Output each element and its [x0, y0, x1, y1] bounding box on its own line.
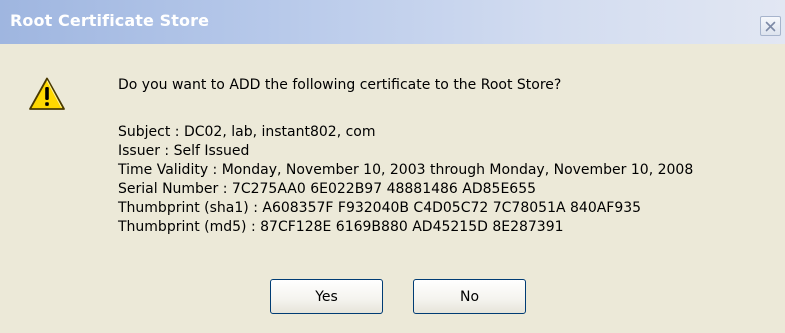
- detail-serial-number: Serial Number : 7C275AA0 6E022B97 488814…: [118, 181, 537, 197]
- confirmation-question: Do you want to ADD the following certifi…: [118, 77, 562, 93]
- yes-button[interactable]: Yes: [270, 279, 383, 314]
- close-button[interactable]: [760, 16, 781, 36]
- dialog-window: Root Certificate Store Do you want to AD…: [0, 0, 785, 333]
- detail-issuer: Issuer : Self Issued: [118, 143, 250, 159]
- no-button[interactable]: No: [413, 279, 526, 314]
- title-bar[interactable]: Root Certificate Store: [0, 0, 785, 44]
- detail-subject: Subject : DC02, lab, instant802, com: [118, 124, 376, 140]
- detail-thumbprint-sha1: Thumbprint (sha1) : A608357F F932040B C4…: [118, 200, 642, 216]
- warning-icon: [29, 77, 65, 110]
- detail-thumbprint-md5: Thumbprint (md5) : 87CF128E 6169B880 AD4…: [118, 219, 564, 235]
- certificate-details: Subject : DC02, lab, instant802, com Iss…: [118, 123, 693, 237]
- close-icon: [765, 21, 776, 31]
- window-title: Root Certificate Store: [10, 11, 210, 30]
- detail-time-validity: Time Validity : Monday, November 10, 200…: [118, 162, 694, 178]
